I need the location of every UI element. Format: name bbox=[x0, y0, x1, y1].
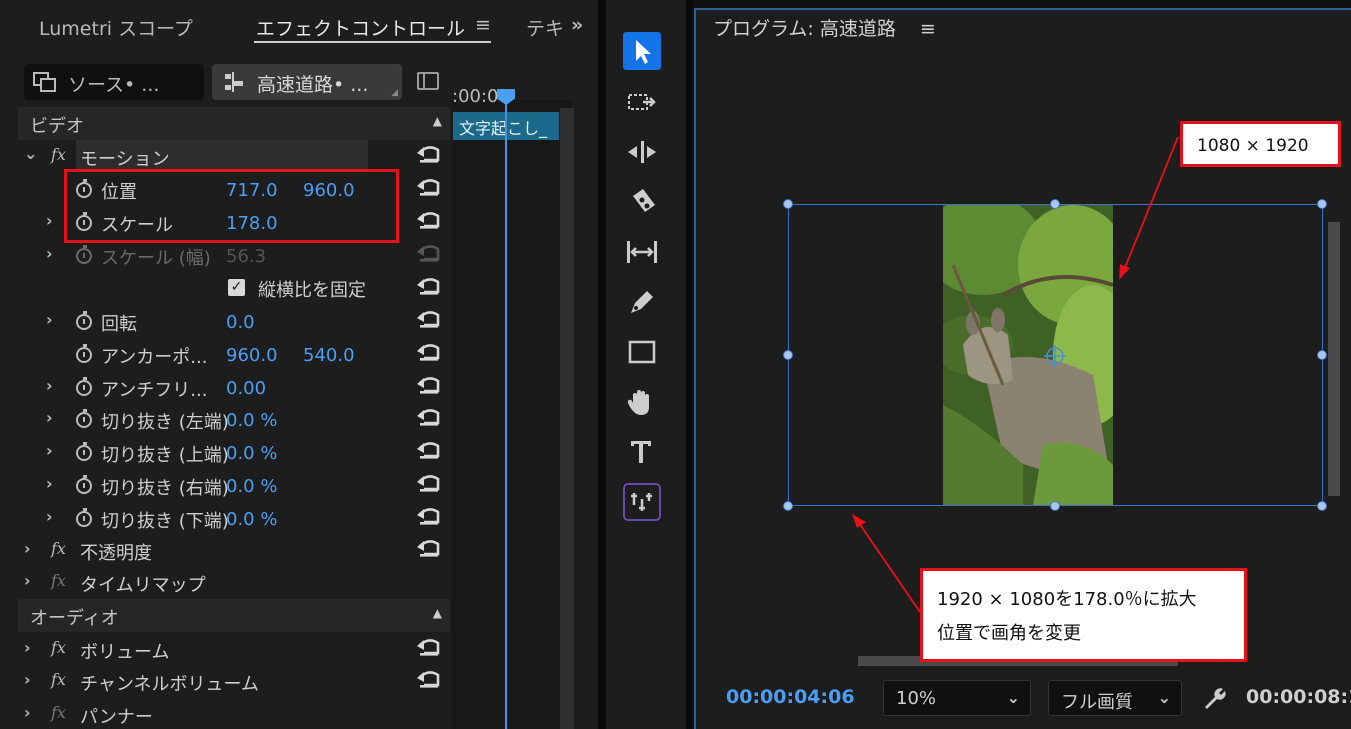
current-timecode[interactable]: 00:00:04:06 bbox=[726, 686, 855, 708]
annotation-arrows bbox=[852, 136, 1179, 613]
chevron-down-icon: ⌄ bbox=[1006, 688, 1020, 707]
zoom-value: 10% bbox=[896, 688, 937, 709]
duration-timecode: 00:00:08:1 bbox=[1246, 686, 1351, 708]
zoom-dropdown[interactable]: 10% ⌄ bbox=[883, 680, 1031, 716]
wrench-settings-icon[interactable] bbox=[1202, 686, 1228, 712]
quality-value: フル画質 bbox=[1061, 692, 1133, 713]
quality-dropdown[interactable]: フル画質 ⌄ bbox=[1048, 680, 1182, 716]
chevron-down-icon: ⌄ bbox=[1157, 688, 1171, 707]
